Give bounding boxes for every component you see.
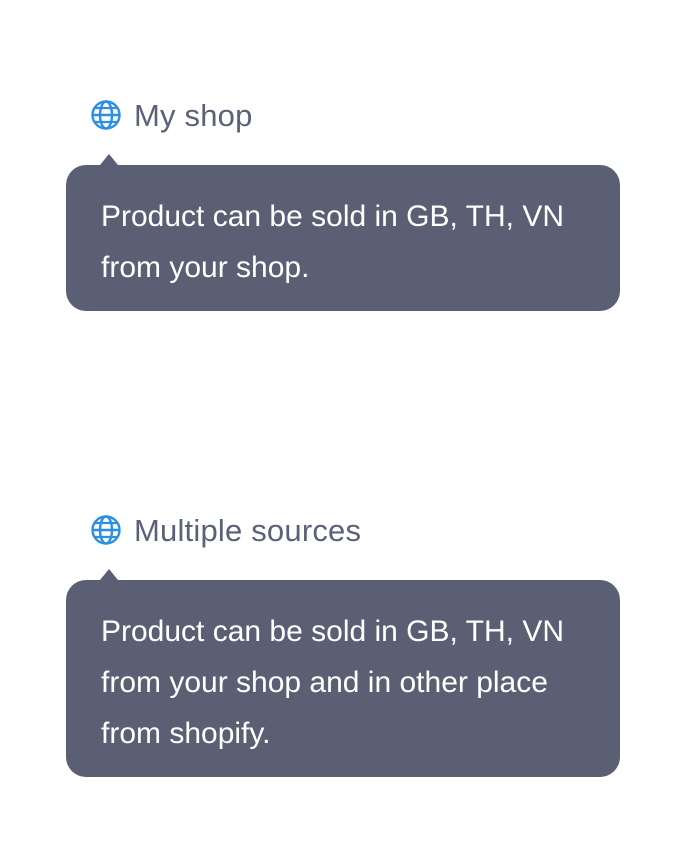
- multiple-sources-label: Multiple sources: [134, 512, 362, 548]
- globe-icon: [90, 514, 122, 546]
- my-shop-tooltip: Product can be sold in GB, TH, VN from y…: [66, 154, 620, 311]
- my-shop-label: My shop: [134, 97, 253, 133]
- tooltip-arrow: [100, 154, 118, 165]
- multiple-sources-tooltip-text: Product can be sold in GB, TH, VN from y…: [101, 615, 564, 750]
- multiple-sources-tooltip: Product can be sold in GB, TH, VN from y…: [66, 569, 620, 777]
- my-shop-trigger[interactable]: My shop: [90, 99, 253, 131]
- multiple-sources-trigger[interactable]: Multiple sources: [90, 514, 361, 546]
- tooltip-arrow: [100, 569, 118, 580]
- my-shop-tooltip-text: Product can be sold in GB, TH, VN from y…: [101, 200, 564, 284]
- globe-icon: [90, 99, 122, 131]
